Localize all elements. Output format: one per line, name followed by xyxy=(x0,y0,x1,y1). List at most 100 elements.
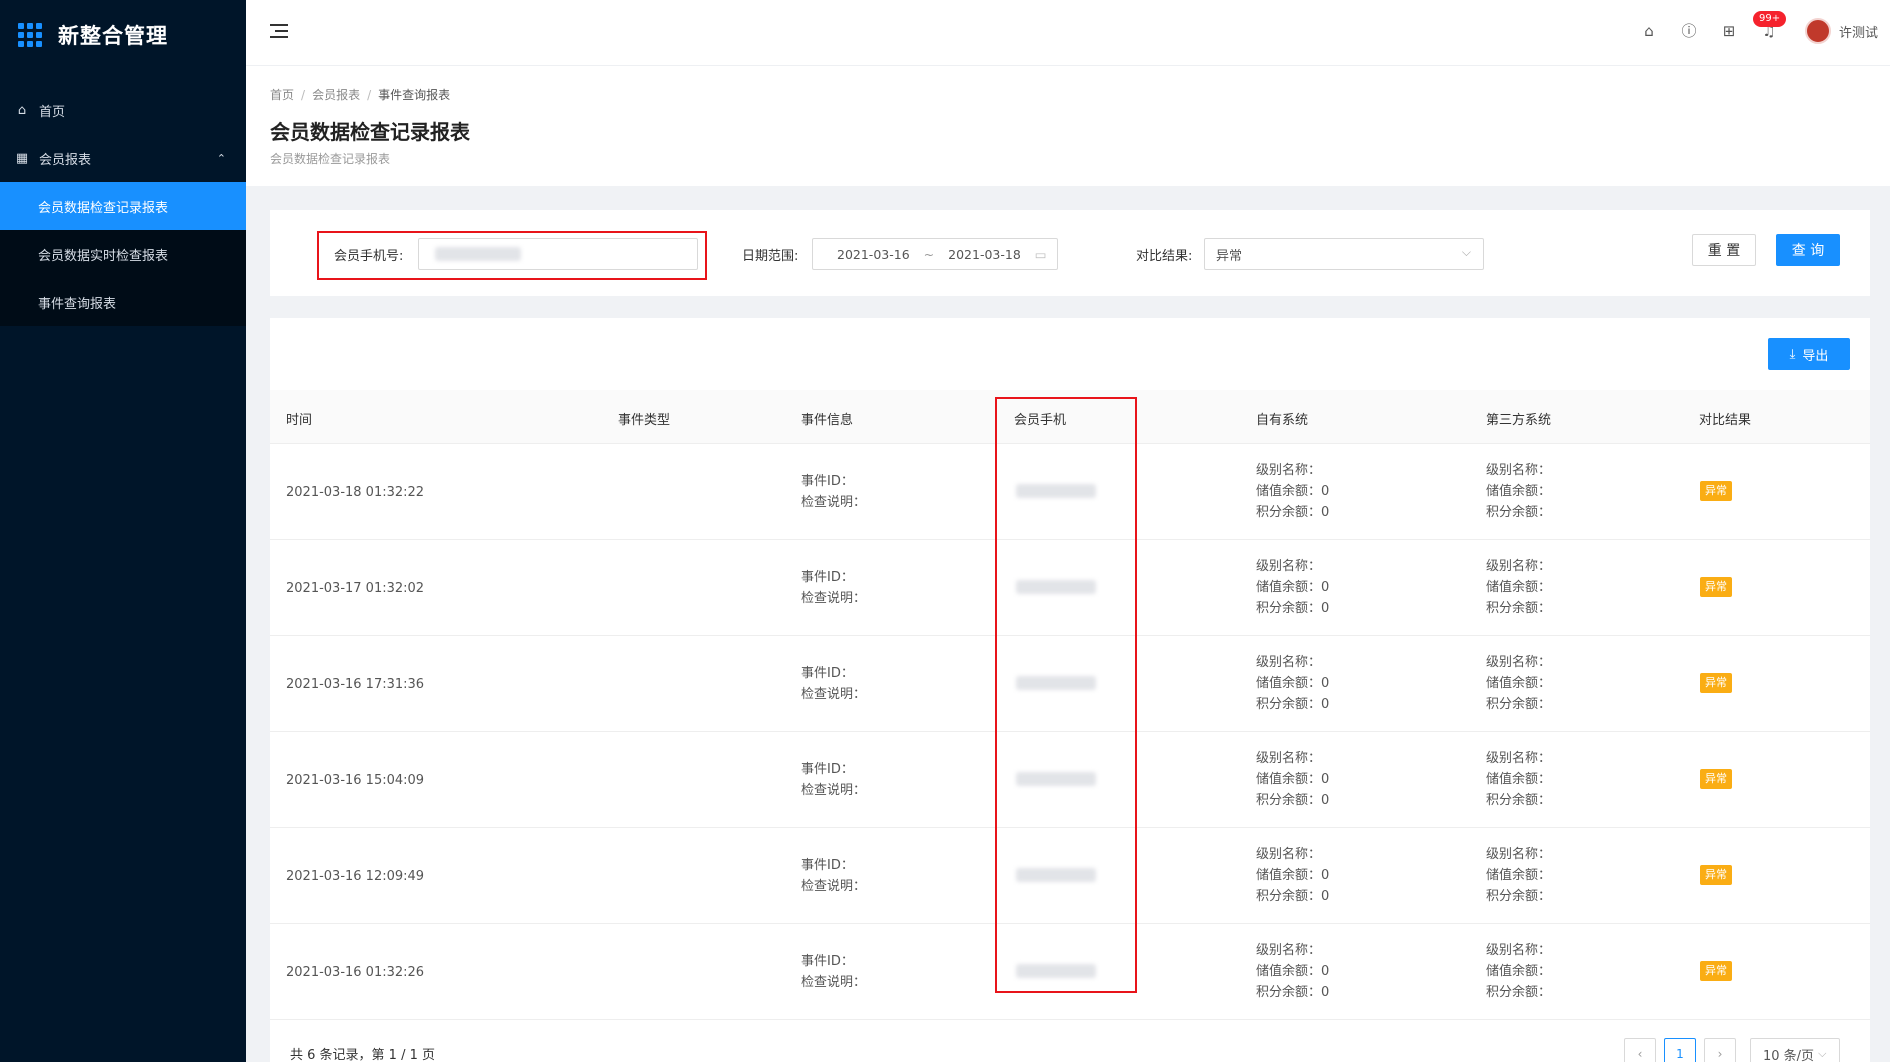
sidebar-item-member-report[interactable]: ▦ 会员报表 ⌃ xyxy=(0,134,246,182)
own-points-balance: 积分余额：0 xyxy=(1256,505,1330,520)
user-name[interactable]: 许测试 xyxy=(1839,22,1878,41)
cell-own-system: 级别名称： 储值余额：0 积分余额：0 xyxy=(1256,556,1329,619)
sidebar-item-label: 会员数据检查记录报表 xyxy=(38,200,169,216)
sidebar-menu: ⌂ 首页 ▦ 会员报表 ⌃ 会员数据检查记录报表 会员数据实时检查报表 事件查询… xyxy=(0,86,246,326)
cell-own-system: 级别名称： 储值余额：0 积分余额：0 xyxy=(1256,940,1329,1003)
third-points-balance: 积分余额： xyxy=(1486,889,1552,904)
status-badge: 异常 xyxy=(1700,481,1732,501)
filter-panel: 会员手机号: 日期范围: 2021-03-16 ~ 2021-03-18 ▭ 对… xyxy=(270,210,1870,296)
cell-own-system: 级别名称： 储值余额：0 积分余额：0 xyxy=(1256,460,1329,523)
sidebar-item-event-query-report[interactable]: 事件查询报表 xyxy=(0,278,246,326)
column-header: 时间 xyxy=(286,413,313,428)
own-points-balance: 积分余额：0 xyxy=(1256,697,1330,712)
event-id-label: 事件ID： xyxy=(801,954,854,969)
top-header: ⌂ ⓘ ⊞ ♫ 99+ 许测试 xyxy=(246,0,1890,66)
own-points-balance: 积分余额：0 xyxy=(1256,889,1330,904)
next-page-button[interactable]: › xyxy=(1704,1038,1736,1062)
third-stored-balance: 储值余额： xyxy=(1486,964,1552,979)
own-stored-balance: 储值余额：0 xyxy=(1256,676,1330,691)
cell-third-system: 级别名称： 储值余额： 积分余额： xyxy=(1486,844,1551,907)
reset-button[interactable]: 重 置 xyxy=(1692,234,1756,266)
event-id-label: 事件ID： xyxy=(801,762,854,777)
result-select[interactable]: 异常 ⌵ xyxy=(1204,238,1484,270)
cell-event-info: 事件ID： 检查说明： xyxy=(801,759,866,801)
bell-icon[interactable]: ♫ 99+ xyxy=(1752,11,1787,41)
highlight-box xyxy=(995,397,1137,993)
column-header: 事件信息 xyxy=(801,413,854,428)
status-badge: 异常 xyxy=(1700,865,1732,885)
cell-own-system: 级别名称： 储值余额：0 积分余额：0 xyxy=(1256,844,1329,907)
own-points-balance: 积分余额：0 xyxy=(1256,793,1330,808)
own-stored-balance: 储值余额：0 xyxy=(1256,868,1330,883)
cell-time: 2021-03-17 01:32:02 xyxy=(286,581,425,596)
prev-page-button[interactable]: ‹ xyxy=(1624,1038,1656,1062)
third-points-balance: 积分余额： xyxy=(1486,601,1552,616)
third-stored-balance: 储值余额： xyxy=(1486,484,1552,499)
cell-time: 2021-03-18 01:32:22 xyxy=(286,485,425,500)
own-level: 级别名称： xyxy=(1256,463,1322,478)
export-button[interactable]: ⤓ 导出 xyxy=(1768,338,1850,370)
event-id-label: 事件ID： xyxy=(801,474,854,489)
page-header: 首页 / 会员报表 / 事件查询报表 会员数据检查记录报表 会员数据检查记录报表 xyxy=(246,66,1890,186)
app-title: 新整合管理 xyxy=(58,24,168,48)
download-icon: ⤓ xyxy=(1789,346,1796,362)
own-level: 级别名称： xyxy=(1256,655,1322,670)
third-level: 级别名称： xyxy=(1486,751,1552,766)
home-icon[interactable]: ⌂ xyxy=(1639,21,1659,41)
cell-third-system: 级别名称： 储值余额： 积分余额： xyxy=(1486,748,1551,811)
date-range-label: 日期范围: xyxy=(742,249,799,264)
third-level: 级别名称： xyxy=(1486,943,1552,958)
status-badge: 异常 xyxy=(1700,961,1732,981)
own-points-balance: 积分余额：0 xyxy=(1256,601,1330,616)
own-level: 级别名称： xyxy=(1256,847,1322,862)
calendar-icon: ▭ xyxy=(1034,246,1047,262)
third-stored-balance: 储值余额： xyxy=(1486,580,1552,595)
own-stored-balance: 储值余额：0 xyxy=(1256,964,1330,979)
status-badge: 异常 xyxy=(1700,673,1732,693)
cell-own-system: 级别名称： 储值余额：0 积分余额：0 xyxy=(1256,652,1329,715)
notification-badge: 99+ xyxy=(1752,11,1787,27)
check-desc-label: 检查说明： xyxy=(801,495,867,510)
own-stored-balance: 储值余额：0 xyxy=(1256,484,1330,499)
highlight-box xyxy=(317,231,707,280)
result-label: 对比结果: xyxy=(1136,249,1193,264)
own-level: 级别名称： xyxy=(1256,559,1322,574)
column-header: 事件类型 xyxy=(618,413,671,428)
sidebar-item-label: 会员数据实时检查报表 xyxy=(38,248,169,264)
own-points-balance: 积分余额：0 xyxy=(1256,985,1330,1000)
cell-third-system: 级别名称： 储值余额： 积分余额： xyxy=(1486,652,1551,715)
check-desc-label: 检查说明： xyxy=(801,687,867,702)
header-actions: ⌂ ⓘ ⊞ ♫ 99+ 许测试 xyxy=(1619,11,1878,44)
page-size-value: 10 条/页 xyxy=(1763,1048,1815,1062)
brand: 新整合管理 xyxy=(0,0,246,70)
cell-time: 2021-03-16 12:09:49 xyxy=(286,869,425,884)
query-button[interactable]: 查 询 xyxy=(1776,234,1840,266)
date-range-picker[interactable]: 2021-03-16 ~ 2021-03-18 ▭ xyxy=(812,238,1058,270)
page-1-button[interactable]: 1 xyxy=(1664,1038,1696,1062)
sidebar-item-check-record-report[interactable]: 会员数据检查记录报表 xyxy=(0,182,246,230)
event-id-label: 事件ID： xyxy=(801,570,854,585)
check-desc-label: 检查说明： xyxy=(801,975,867,990)
cell-time: 2021-03-16 17:31:36 xyxy=(286,677,425,692)
sidebar-item-home[interactable]: ⌂ 首页 xyxy=(0,86,246,134)
menu-fold-icon[interactable] xyxy=(270,24,288,40)
cell-third-system: 级别名称： 储值余额： 积分余额： xyxy=(1486,556,1551,619)
breadcrumb-item[interactable]: 首页 xyxy=(270,88,294,102)
third-points-balance: 积分余额： xyxy=(1486,793,1552,808)
column-header: 第三方系统 xyxy=(1486,413,1552,428)
date-separator: ~ xyxy=(923,246,935,262)
sidebar: 新整合管理 ⌂ 首页 ▦ 会员报表 ⌃ 会员数据检查记录报表 会员数据实时检查报… xyxy=(0,0,246,1062)
sidebar-item-label: 会员报表 xyxy=(39,152,92,168)
avatar[interactable] xyxy=(1804,18,1831,44)
breadcrumb-item[interactable]: 会员报表 xyxy=(312,88,360,102)
third-stored-balance: 储值余额： xyxy=(1486,772,1552,787)
check-desc-label: 检查说明： xyxy=(801,591,867,606)
sidebar-item-realtime-check-report[interactable]: 会员数据实时检查报表 xyxy=(0,230,246,278)
date-start: 2021-03-16 xyxy=(837,246,910,262)
page-size-select[interactable]: 10 条/页 ⌵ xyxy=(1750,1038,1840,1062)
status-badge: 异常 xyxy=(1700,769,1732,789)
sidebar-item-label: 事件查询报表 xyxy=(38,296,117,312)
apps-grid-icon[interactable]: ⊞ xyxy=(1719,21,1739,41)
third-level: 级别名称： xyxy=(1486,655,1552,670)
help-icon[interactable]: ⓘ xyxy=(1679,21,1699,41)
